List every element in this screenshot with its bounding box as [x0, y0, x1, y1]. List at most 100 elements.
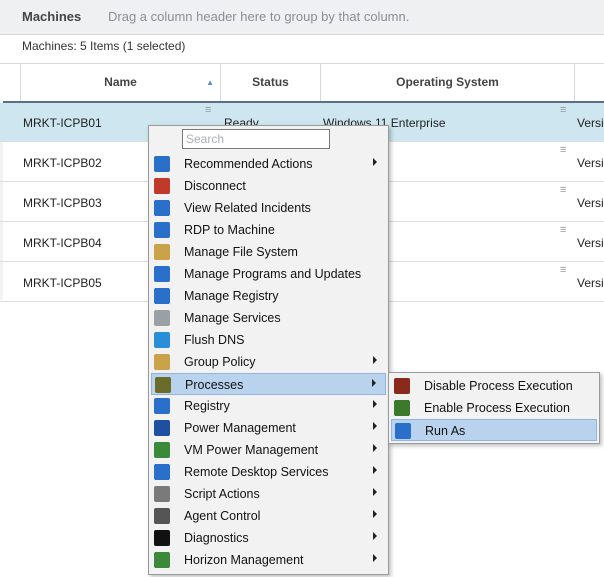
submenu-arrow-icon [373, 444, 377, 452]
scroll-icon [154, 354, 170, 370]
menu-item-label: Manage Registry [184, 289, 279, 303]
menu-item-manage-services[interactable]: Manage Services [151, 307, 386, 329]
menu-item-disconnect[interactable]: Disconnect [151, 175, 386, 197]
context-menu-search-input[interactable] [182, 129, 330, 149]
column-header-version[interactable] [574, 64, 604, 101]
cell-version: Versio [577, 196, 604, 210]
menu-item-label: Registry [184, 399, 230, 413]
cell-version: Versio [577, 156, 604, 170]
submenu-arrow-icon [373, 400, 377, 408]
column-header-name-label: Name [104, 75, 137, 89]
menu-item-manage-registry[interactable]: Manage Registry [151, 285, 386, 307]
grid-header: Name ▲ Status Operating System [0, 63, 604, 104]
trash-icon [154, 332, 170, 348]
registry-icon [154, 288, 170, 304]
menu-item-label: Manage Programs and Updates [184, 267, 362, 281]
group-by-bar[interactable]: Machines Drag a column header here to gr… [0, 0, 604, 35]
column-header-os-label: Operating System [396, 75, 499, 89]
grid-title: Machines [22, 9, 82, 24]
submenu-arrow-icon [373, 356, 377, 364]
group-by-hint: Drag a column header here to group by th… [108, 9, 410, 24]
menu-item-label: Script Actions [184, 487, 260, 501]
menu-item-diagnostics[interactable]: Diagnostics [151, 527, 386, 549]
cell-version: Versio [577, 276, 604, 290]
column-header-name[interactable]: Name ▲ [20, 64, 220, 101]
cell-menu-icon[interactable]: ≡ [560, 265, 566, 276]
console-icon [154, 530, 170, 546]
submenu-arrow-icon [373, 158, 377, 166]
item-count-bar: Machines: 5 Items (1 selected) [0, 35, 604, 63]
submenu-arrow-icon [372, 379, 376, 387]
run-as-icon [395, 423, 411, 439]
menu-item-label: Group Policy [184, 355, 256, 369]
submenu-item-disable-process-execution[interactable]: Disable Process Execution [391, 375, 597, 397]
submenu-item-run-as[interactable]: Run As [391, 419, 597, 441]
menu-item-rdp-to-machine[interactable]: RDP to Machine [151, 219, 386, 241]
menu-item-processes[interactable]: Processes [151, 373, 386, 395]
disable-process-icon [394, 378, 410, 394]
menu-item-label: Horizon Management [184, 553, 304, 567]
menu-item-horizon-management[interactable]: Horizon Management [151, 549, 386, 571]
submenu-arrow-icon [373, 554, 377, 562]
menu-item-label: Agent Control [184, 509, 261, 523]
menu-item-vm-power-management[interactable]: VM Power Management [151, 439, 386, 461]
horizon-icon [154, 552, 170, 568]
folder-icon [154, 244, 170, 260]
submenu-item-enable-process-execution[interactable]: Enable Process Execution [391, 397, 597, 419]
submenu-arrow-icon [373, 466, 377, 474]
cell-version: Versio [577, 116, 604, 130]
incident-icon [154, 200, 170, 216]
menu-item-script-actions[interactable]: Script Actions [151, 483, 386, 505]
context-menu: Recommended Actions Disconnect View Relate… [148, 125, 389, 575]
sort-ascending-icon: ▲ [206, 78, 214, 87]
menu-item-label: View Related Incidents [184, 201, 311, 215]
menu-item-view-related-incidents[interactable]: View Related Incidents [151, 197, 386, 219]
cell-menu-icon[interactable]: ≡ [205, 105, 211, 116]
submenu-arrow-icon [373, 532, 377, 540]
gear-icon [154, 310, 170, 326]
submenu-item-label: Disable Process Execution [424, 379, 573, 393]
rdp-icon [154, 222, 170, 238]
menu-item-label: Power Management [184, 421, 296, 435]
star-icon [154, 156, 170, 172]
column-header-status[interactable]: Status [220, 64, 320, 101]
menu-item-power-management[interactable]: Power Management [151, 417, 386, 439]
programs-icon [154, 266, 170, 282]
menu-item-agent-control[interactable]: Agent Control [151, 505, 386, 527]
rds-icon [154, 464, 170, 480]
submenu-arrow-icon [373, 422, 377, 430]
menu-item-label: RDP to Machine [184, 223, 275, 237]
registry-icon [154, 398, 170, 414]
cell-menu-icon[interactable]: ≡ [560, 185, 566, 196]
submenu-arrow-icon [373, 510, 377, 518]
processes-submenu: Disable Process Execution Enable Process … [388, 372, 600, 444]
menu-item-manage-programs-and-updates[interactable]: Manage Programs and Updates [151, 263, 386, 285]
submenu-arrow-icon [373, 488, 377, 496]
menu-item-remote-desktop-services[interactable]: Remote Desktop Services [151, 461, 386, 483]
disconnect-icon [154, 178, 170, 194]
cell-menu-icon[interactable]: ≡ [560, 105, 566, 116]
column-header-status-label: Status [252, 75, 289, 89]
menu-item-label: Remote Desktop Services [184, 465, 329, 479]
cell-version: Versio [577, 236, 604, 250]
power-icon [154, 420, 170, 436]
menu-item-flush-dns[interactable]: Flush DNS [151, 329, 386, 351]
column-header-os[interactable]: Operating System [320, 64, 574, 101]
menu-item-label: Diagnostics [184, 531, 249, 545]
cell-menu-icon[interactable]: ≡ [560, 225, 566, 236]
submenu-item-label: Enable Process Execution [424, 401, 570, 415]
menu-item-label: Flush DNS [184, 333, 245, 347]
menu-item-label: VM Power Management [184, 443, 319, 457]
submenu-item-label: Run As [425, 424, 466, 438]
menu-item-label: Manage Services [184, 311, 281, 325]
menu-item-registry[interactable]: Registry [151, 395, 386, 417]
menu-item-manage-file-system[interactable]: Manage File System [151, 241, 386, 263]
processes-icon [155, 377, 171, 393]
agent-icon [154, 508, 170, 524]
menu-item-recommended-actions[interactable]: Recommended Actions [151, 153, 386, 175]
menu-item-label: Processes [185, 378, 244, 392]
menu-item-group-policy[interactable]: Group Policy [151, 351, 386, 373]
enable-process-icon [394, 400, 410, 416]
menu-item-label: Manage File System [184, 245, 298, 259]
cell-menu-icon[interactable]: ≡ [560, 145, 566, 156]
